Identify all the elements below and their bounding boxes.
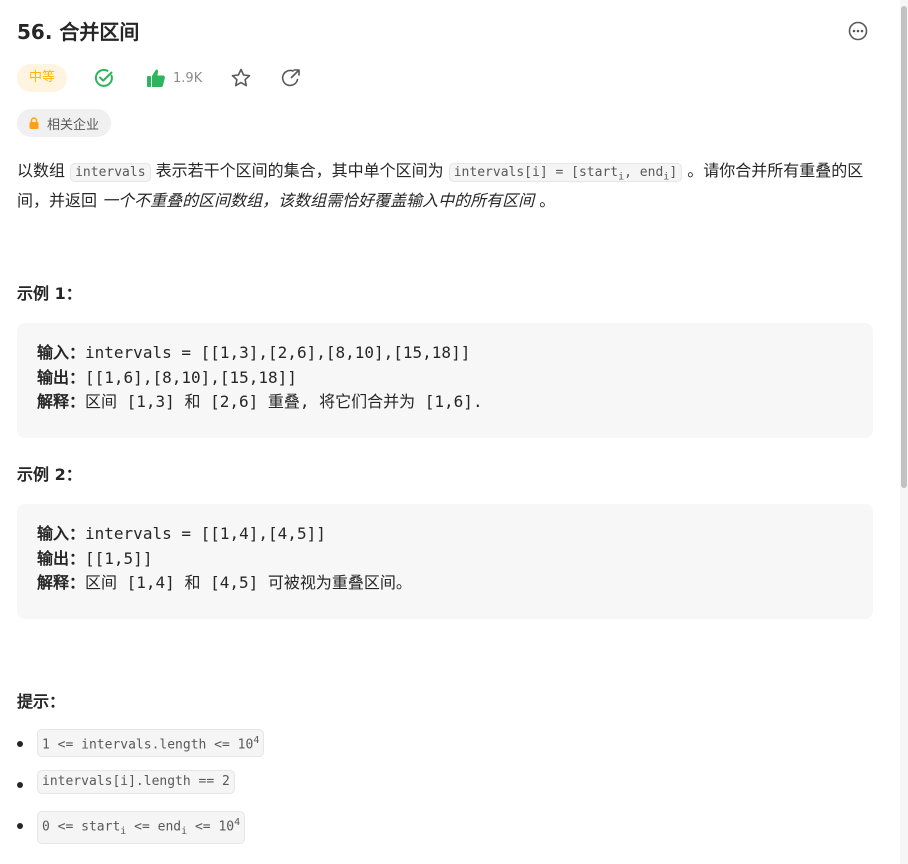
example-2-box: 输入：intervals = [[1,4],[4,5]] 输出：[[1,5]] …: [17, 504, 873, 619]
example-2-explanation: 解释：区间 [1,4] 和 [4,5] 可被视为重叠区间。: [17, 571, 873, 596]
desc-emphasis: 一个不重叠的区间数组，该数组需恰好覆盖输入中的所有区间: [102, 190, 535, 210]
output-value: [[1,6],[8,10],[15,18]]: [85, 367, 297, 387]
desc-text-4: 。: [534, 190, 556, 210]
constraint-item: intervals[i].length == 2: [17, 770, 264, 811]
example-1-title: 示例 1：: [17, 284, 82, 303]
problem-description: 以数组 intervals 表示若干个区间的集合，其中单个区间为 interva…: [17, 158, 879, 214]
example-2-input: 输入：intervals = [[1,4],[4,5]]: [17, 522, 873, 547]
constraints-list: 1 <= intervals.length <= 104 intervals[i…: [17, 729, 265, 852]
code-sup: 4: [234, 817, 241, 828]
like-count: 1.9K: [173, 70, 203, 86]
lock-icon: [29, 117, 39, 129]
explain-key: 解释：: [37, 392, 86, 411]
explain-value: 区间 [1,3] 和 [2,6] 重叠, 将它们合并为 [1,6].: [85, 392, 483, 411]
code-part: intervals[i] = [start: [453, 165, 619, 180]
input-value: intervals = [[1,3],[2,6],[8,10],[15,18]]: [85, 343, 471, 362]
more-options-button[interactable]: [847, 20, 869, 42]
related-companies-chip[interactable]: 相关企业: [17, 109, 112, 137]
problem-title: 56. 合并区间: [17, 20, 140, 44]
favorite-button[interactable]: [230, 67, 252, 89]
scrollbar-thumb[interactable]: [901, 6, 907, 488]
code-intervals: intervals: [70, 163, 151, 182]
solved-status: [93, 67, 115, 89]
output-value: [[1,5]]: [85, 548, 153, 568]
example-1-explanation: 解释：区间 [1,3] 和 [2,6] 重叠, 将它们合并为 [1,6].: [17, 390, 873, 415]
example-1-output: 输出：[[1,6],[8,10],[15,18]]: [17, 366, 873, 391]
constraint-code: 0 <= starti <= endi <= 104: [37, 811, 246, 844]
like-button[interactable]: 1.9K: [145, 67, 202, 89]
code-interval-def: intervals[i] = [starti, endi]: [448, 163, 683, 183]
example-2-title: 示例 2：: [17, 465, 82, 484]
input-key: 输入：: [37, 524, 86, 543]
constraints-title: 提示：: [17, 692, 66, 711]
code-part: 1 <= intervals.length <= 10: [42, 737, 254, 753]
desc-text-1: 以数组: [17, 161, 71, 180]
explain-key: 解释：: [37, 573, 86, 592]
share-button[interactable]: [280, 67, 302, 89]
star-icon: [231, 68, 251, 87]
difficulty-badge: 中等: [17, 64, 68, 92]
description-paragraph: 以数组 intervals 表示若干个区间的集合，其中单个区间为 interva…: [17, 158, 879, 214]
desc-text-2: 表示若干个区间的集合，其中单个区间为: [150, 161, 449, 180]
code-part: ]: [669, 165, 678, 180]
code-part: <= end: [126, 819, 182, 835]
example-1-input: 输入：intervals = [[1,3],[2,6],[8,10],[15,1…: [17, 341, 873, 366]
constraint-code: intervals[i].length == 2: [37, 770, 235, 794]
example-1-box: 输入：intervals = [[1,3],[2,6],[8,10],[15,1…: [17, 323, 873, 438]
example-2-output: 输出：[[1,5]]: [17, 547, 873, 572]
share-icon: [282, 69, 301, 87]
code-part: , end: [624, 165, 664, 180]
input-key: 输入：: [37, 343, 86, 362]
input-value: intervals = [[1,4],[4,5]]: [85, 524, 326, 543]
code-part: 0 <= start: [42, 819, 121, 835]
code-part: <= 10: [187, 819, 235, 835]
constraint-item: 0 <= starti <= endi <= 104: [17, 811, 264, 852]
constraint-item: 1 <= intervals.length <= 104: [17, 729, 265, 770]
constraint-code: 1 <= intervals.length <= 104: [37, 729, 265, 758]
related-companies-label: 相关企业: [47, 117, 100, 133]
code-sup: 4: [253, 735, 260, 746]
explain-value: 区间 [1,4] 和 [4,5] 可被视为重叠区间。: [85, 573, 412, 592]
title-row: 56. 合并区间: [17, 16, 877, 48]
output-key: 输出：: [37, 367, 86, 387]
more-options-icon: [848, 21, 868, 41]
thumbs-up-icon: [147, 69, 165, 87]
problem-meta-row: 中等 1.9K: [17, 63, 302, 93]
solved-check-icon: [94, 68, 113, 87]
output-key: 输出：: [37, 548, 86, 568]
